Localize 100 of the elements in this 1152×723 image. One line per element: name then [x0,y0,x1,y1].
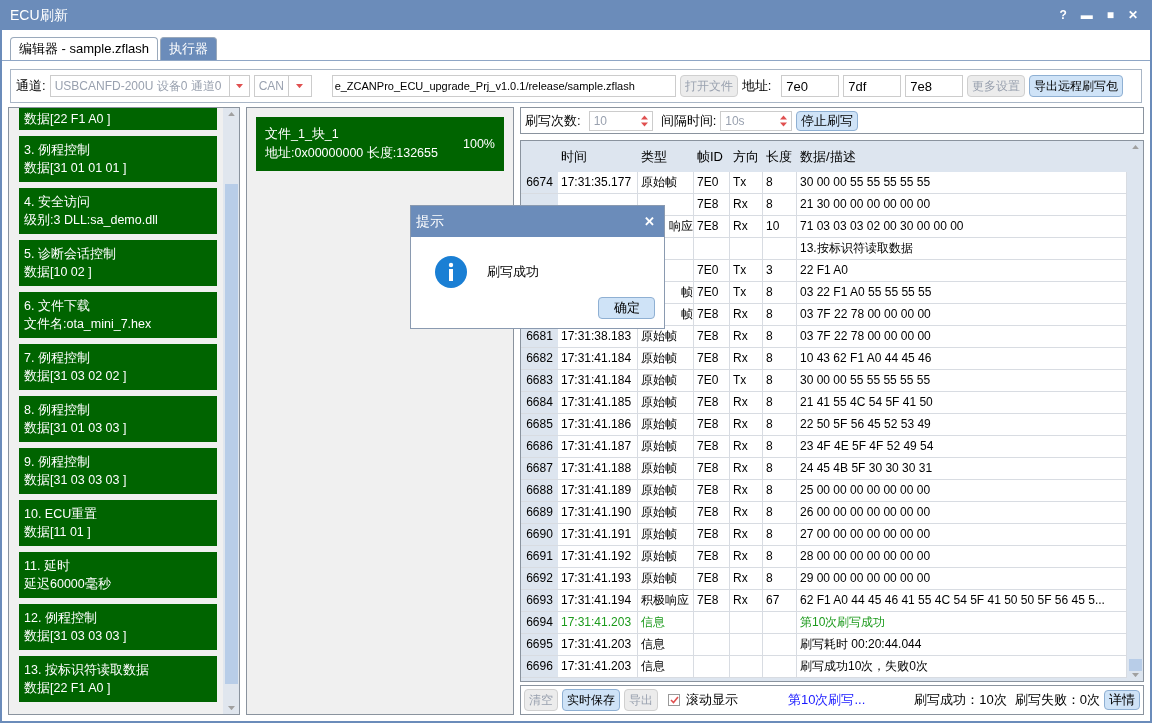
step-card[interactable]: 10. ECU重置 数据[11 01 ] [19,500,217,546]
step-title: 5. 诊断会话控制 [24,246,117,263]
scroll-up-icon [1131,145,1139,150]
table-cell: Rx [730,458,763,480]
window-title: ECU刷新 [10,5,68,25]
column-header[interactable]: 方向 [730,146,763,167]
column-header[interactable]: 长度 [763,146,797,167]
table-cell: Tx [730,370,763,392]
step-card[interactable]: 5. 诊断会话控制 数据[10 02 ] [19,240,217,286]
step-card[interactable]: 3. 例程控制 数据[31 01 01 01 ] [19,136,217,182]
step-detail: 数据[10 02 ] [24,264,93,281]
table-cell: 7E0 [694,370,730,392]
table-cell: 7E8 [694,216,730,238]
column-header[interactable]: 时间 [558,146,638,167]
table-cell: 17:31:41.188 [558,458,638,480]
table-cell: 7E8 [694,546,730,568]
table-cell: 17:31:41.203 [558,656,638,678]
table-cell: 7E8 [694,414,730,436]
table-cell: 7E8 [694,194,730,216]
table-cell: 71 03 03 03 02 00 30 00 00 00 [797,216,1127,238]
ok-button[interactable]: 确定 [598,297,655,319]
step-card[interactable]: 数据[22 F1 A0 ] [19,108,217,130]
address-field[interactable]: 7df [843,75,902,97]
table-cell [694,238,730,260]
step-title: 8. 例程控制 [24,402,91,419]
table-cell: 17:31:41.190 [558,502,638,524]
table-cell: 第10次刷写成功 [797,612,1127,634]
table-cell: 7E8 [694,348,730,370]
step-card[interactable]: 9. 例程控制 数据[31 03 03 03 ] [19,448,217,494]
save-button[interactable]: 实时保存 [562,689,620,711]
table-cell [694,634,730,656]
table-cell: 刷写耗时 00:20:44.044 [797,634,1127,656]
file-path-field[interactable]: e_ZCANPro_ECU_upgrade_Prj_v1.0.1/release/sample.zflash [331,75,676,97]
table-cell: Rx [730,194,763,216]
table-cell [730,238,763,260]
table-cell: 29 00 00 00 00 00 00 00 [797,568,1127,590]
table-cell: 21 30 00 00 00 00 00 00 [797,194,1127,216]
table-cell: Rx [730,568,763,590]
column-header[interactable]: 数据/描述 [797,146,1127,167]
details-button[interactable]: 详情 [1104,690,1140,710]
table-cell: Rx [730,480,763,502]
table-cell: 17:31:41.187 [558,436,638,458]
table-cell: 24 45 4B 5F 30 30 30 31 [797,458,1127,480]
table-cell [694,612,730,634]
step-detail: 数据[11 01 ] [24,524,92,541]
address-field[interactable]: 7e0 [781,75,840,97]
table-cell: 17:31:41.193 [558,568,638,590]
table-cell: 8 [763,172,797,194]
address-field[interactable]: 7e8 [905,75,964,97]
table-cell: 13.按标识符读取数据 [797,238,1127,260]
table-cell: 03 7F 22 78 00 00 00 00 [797,326,1127,348]
count-label: 刷写次数: [525,111,581,130]
table-cell: 8 [763,502,797,524]
step-detail: 数据[31 03 02 02 ] [24,368,128,385]
table-cell: 8 [763,304,797,326]
step-card[interactable]: 6. 文件下载 文件名:ota_mini_7.hex [19,292,217,338]
step-title: 6. 文件下载 [24,298,91,315]
step-card[interactable]: 11. 延时 延迟60000毫秒 [19,552,217,598]
step-card[interactable]: 8. 例程控制 数据[31 01 03 03 ] [19,396,217,442]
table-cell: Rx [730,326,763,348]
block-percent: 100% [463,135,495,153]
table-cell: 03 22 F1 A0 55 55 55 55 [797,282,1127,304]
progress-text: 第10次刷写... [788,691,866,710]
table-cell [763,238,797,260]
table-cell: 8 [763,194,797,216]
scroll-thumb[interactable] [1128,658,1142,671]
table-cell: 原始帧 [638,546,694,568]
table-cell [730,612,763,634]
table-cell: 原始帧 [638,458,694,480]
scroll-up-icon [227,112,235,117]
table-cell: 22 50 5F 56 45 52 53 49 [797,414,1127,436]
step-card[interactable]: 4. 安全访问 级别:3 DLL:sa_demo.dll [19,188,217,234]
table-cell: 7E8 [694,480,730,502]
step-detail: 数据[22 F1 A0 ] [24,680,112,697]
scroll-thumb[interactable] [224,184,238,685]
step-title: 9. 例程控制 [24,454,91,471]
table-cell [763,612,797,634]
table-cell: 03 7F 22 78 00 00 00 00 [797,304,1127,326]
step-card[interactable]: 13. 按标识符读取数据 数据[22 F1 A0 ] [19,656,217,702]
block-info: 地址:0x00000000 长度:132655 [265,145,438,162]
step-card[interactable]: 7. 例程控制 数据[31 03 02 02 ] [19,344,217,390]
table-cell: 28 00 00 00 00 00 00 00 [797,546,1127,568]
table-cell: 7E8 [694,524,730,546]
tab[interactable]: 编辑器 - sample.zflash [10,37,159,60]
step-card[interactable]: 12. 例程控制 数据[31 03 03 03 ] [19,604,217,650]
column-header[interactable]: 类型 [638,146,694,167]
table-cell: 信息 [638,634,694,656]
table-cell: Tx [730,172,763,194]
table-cell: 17:31:41.194 [558,590,638,612]
step-title: 7. 例程控制 [24,350,91,367]
spin-icon [780,114,788,127]
table-cell: Rx [730,392,763,414]
column-header[interactable]: 帧ID [694,146,730,167]
dialog-title: 提示 [416,212,444,231]
table-cell: 3 [763,260,797,282]
export-remote-button[interactable]: 导出远程刷写包 [1029,75,1124,97]
table-cell: 17:31:41.192 [558,546,638,568]
table-cell: 刷写成功10次，失败0次 [797,656,1127,678]
scroll-checkbox[interactable] [668,694,680,706]
stop-button[interactable]: 停止刷写 [796,110,859,131]
